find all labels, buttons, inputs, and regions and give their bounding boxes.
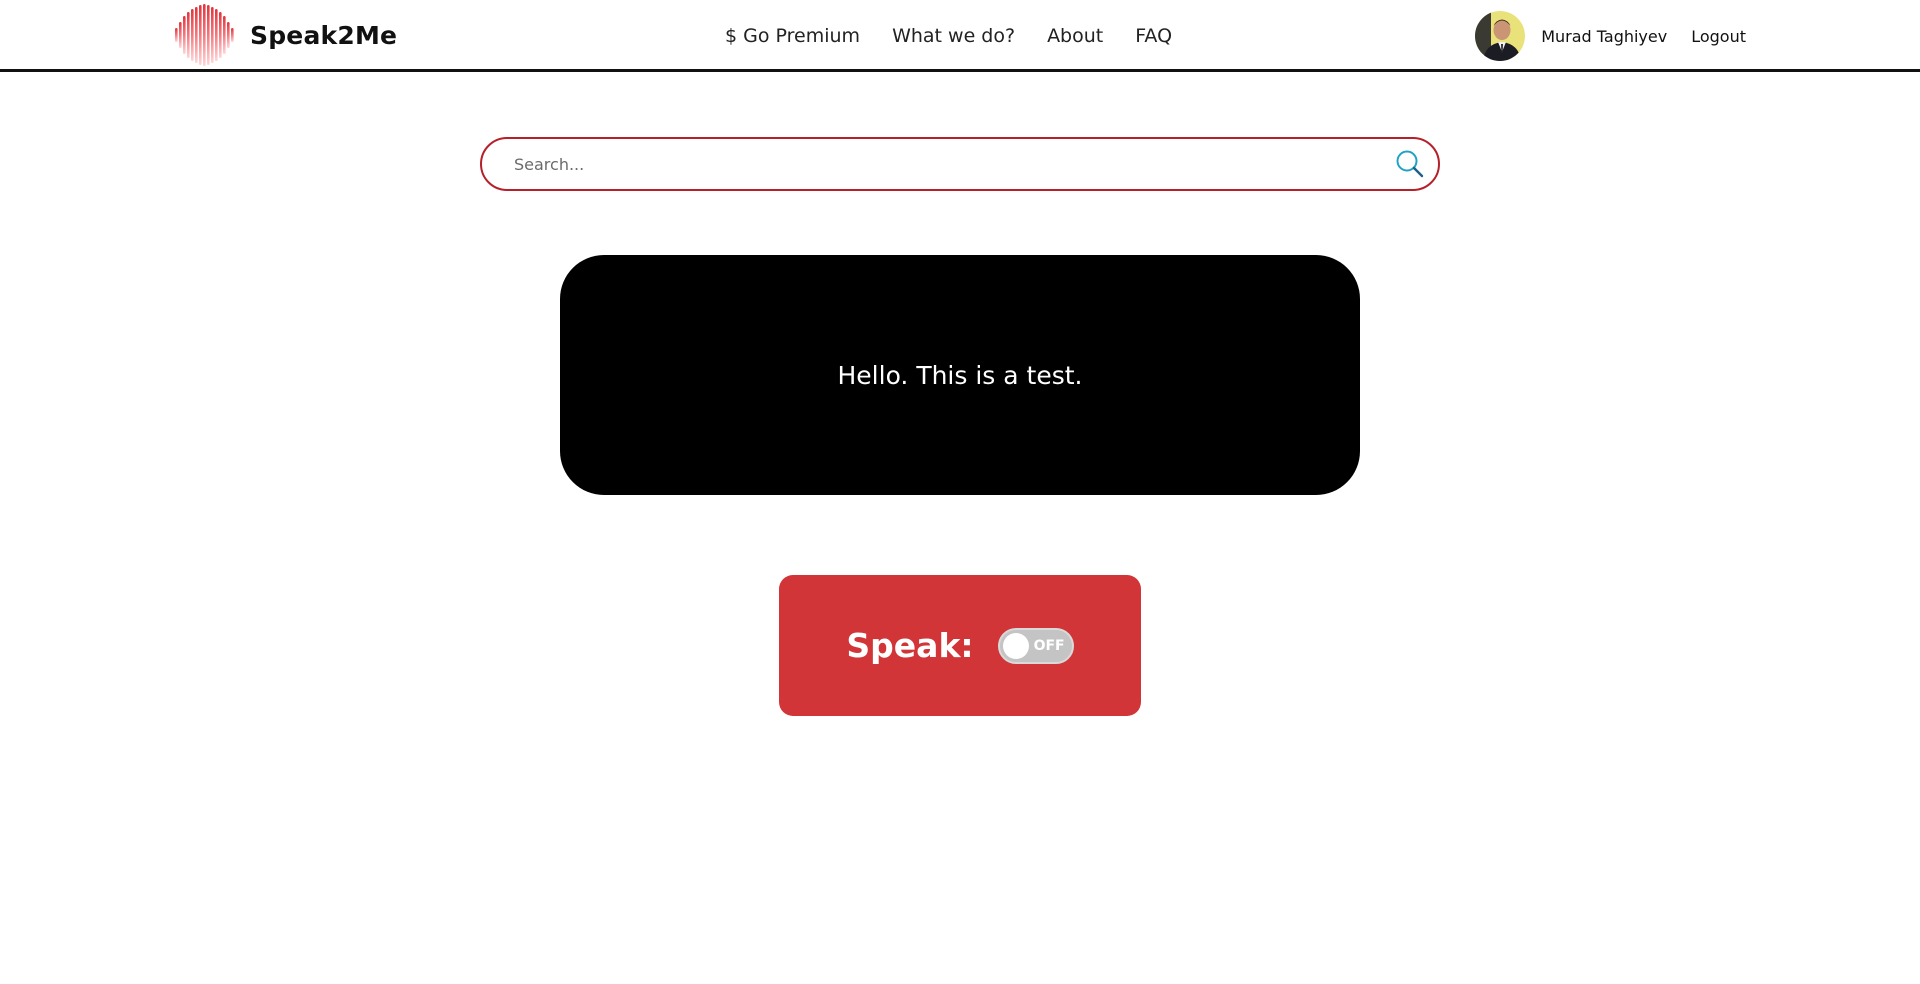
sound-wave-icon xyxy=(175,4,234,66)
user-area: Murad Taghiyev Logout xyxy=(1475,10,1746,62)
toggle-knob xyxy=(1002,632,1029,659)
logout-link[interactable]: Logout xyxy=(1691,27,1746,46)
transcript-box: Hello. This is a test. xyxy=(560,255,1360,495)
toggle-state-label: OFF xyxy=(1033,637,1065,654)
user-avatar[interactable] xyxy=(1475,11,1526,61)
nav-about[interactable]: About xyxy=(1047,25,1103,47)
brand-name: Speak2Me xyxy=(250,20,398,50)
user-name[interactable]: Murad Taghiyev xyxy=(1541,27,1667,46)
main-nav: $ Go Premium What we do? About FAQ xyxy=(725,20,1172,52)
speak-panel: Speak: OFF xyxy=(779,575,1141,716)
speak-label: Speak: xyxy=(846,626,974,665)
top-navbar: Speak2Me $ Go Premium What we do? About … xyxy=(0,0,1920,72)
search-icon[interactable] xyxy=(1394,148,1426,180)
search-input[interactable] xyxy=(512,139,1352,189)
nav-faq[interactable]: FAQ xyxy=(1135,25,1172,47)
search-bar xyxy=(480,137,1440,191)
speak-toggle[interactable]: OFF xyxy=(997,627,1074,664)
nav-what-we-do[interactable]: What we do? xyxy=(892,25,1015,47)
brand-link[interactable]: Speak2Me xyxy=(174,2,397,68)
transcript-text: Hello. This is a test. xyxy=(837,360,1083,390)
nav-go-premium[interactable]: $ Go Premium xyxy=(725,25,860,47)
